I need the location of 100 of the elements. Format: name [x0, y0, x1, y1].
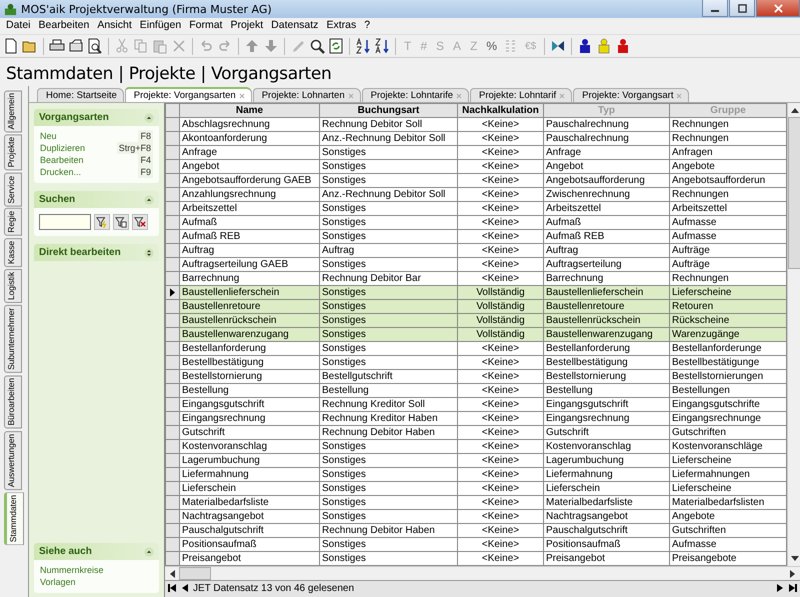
expand-icon[interactable] [144, 248, 154, 258]
sort-ascending-icon[interactable] [355, 38, 371, 54]
collapse-icon[interactable] [144, 112, 154, 122]
side-tab[interactable]: Projekte [4, 134, 22, 171]
section-header[interactable]: Vorgangsarten [34, 109, 159, 126]
related-link[interactable]: Nummernkreise [40, 564, 104, 576]
table-cell: <Keine> [458, 454, 544, 468]
menu-item[interactable]: Ansicht [93, 19, 136, 33]
side-tab[interactable]: Service [4, 172, 22, 206]
column-header[interactable]: Buchungsart [320, 104, 458, 118]
document-tab[interactable]: Projekte: Lohnarten [252, 88, 361, 102]
table-cell: Rechnung Kreditor Soll [320, 398, 458, 412]
section-header[interactable]: Direkt bearbeiten [34, 244, 159, 261]
close-icon[interactable] [238, 92, 245, 98]
clear-filter-button[interactable] [132, 214, 148, 230]
new-document-icon[interactable] [3, 38, 19, 54]
table-cell: Kostenvoranschlag [180, 440, 320, 454]
menu-item[interactable]: Datensatz [267, 19, 322, 33]
action-link[interactable]: Neu [40, 130, 57, 142]
table-cell: <Keine> [458, 244, 544, 258]
table-cell: Vollständig [458, 286, 544, 300]
side-tab[interactable]: Allgemein [4, 90, 22, 132]
action-link[interactable]: Duplizieren [40, 142, 86, 154]
scrollbar-thumb[interactable] [179, 567, 211, 580]
related-link[interactable]: Vorlagen [40, 576, 76, 588]
table-cell: Materialbedarfsliste [180, 496, 320, 510]
minimize-button[interactable] [702, 0, 728, 17]
document-tab[interactable]: Projekte: Lohntarif [470, 88, 572, 102]
menu-item[interactable]: ? [360, 19, 374, 33]
arrow-up-icon[interactable] [244, 38, 260, 54]
scroll-right-icon[interactable] [790, 570, 796, 578]
collapse-icon[interactable] [144, 194, 154, 204]
table-cell: Eingangsrechnung [180, 412, 320, 426]
refresh-icon[interactable] [328, 38, 344, 54]
document-tab[interactable]: Projekte: Vorgangsarten [124, 87, 252, 102]
row-selector[interactable] [166, 286, 180, 300]
table-cell: Sonstiges [320, 356, 458, 370]
side-tab[interactable]: Regie [4, 208, 22, 236]
menu-item[interactable]: Extras [322, 19, 360, 33]
table-cell: Eingangsrechnung [544, 412, 670, 426]
close-icon[interactable] [676, 92, 682, 98]
side-tab[interactable]: Stammdaten [4, 492, 24, 546]
menu-item[interactable]: Datei [2, 19, 35, 33]
copy-icon[interactable] [133, 38, 149, 54]
menu-item[interactable]: Format [185, 19, 226, 33]
next-record-icon[interactable] [775, 583, 785, 593]
filter-button[interactable] [94, 214, 110, 230]
side-tab[interactable]: Auswertungen [4, 430, 22, 490]
document-tab[interactable]: Projekte: Lohntarife [362, 88, 469, 102]
menu-item[interactable]: Bearbeiten [34, 19, 94, 33]
collapse-icon[interactable] [144, 546, 154, 556]
table-cell: Rechnung Debitor Haben [320, 524, 458, 538]
search-field[interactable] [39, 214, 91, 230]
table-cell: Pauschalgutschrift [180, 524, 320, 538]
action-link[interactable]: Bearbeiten [40, 154, 84, 166]
table-cell: Sonstiges [320, 160, 458, 174]
side-tab[interactable]: Büroarbeiten [4, 375, 22, 429]
cut-icon[interactable] [114, 38, 130, 54]
arrow-down-icon[interactable] [263, 38, 279, 54]
document-tab[interactable]: Home: Startseite [37, 88, 124, 102]
scrollbar-thumb[interactable] [788, 117, 800, 269]
close-icon[interactable] [559, 92, 566, 98]
table-cell: Abschlagsrechnung [180, 118, 320, 132]
minimize-icon [711, 10, 719, 12]
menu-item[interactable]: Einfügen [136, 19, 186, 33]
paste-icon[interactable] [152, 38, 168, 54]
section-header[interactable]: Suchen [34, 191, 159, 208]
side-tab[interactable]: Logistik [4, 269, 22, 304]
previous-record-icon[interactable] [180, 583, 190, 593]
table-cell: Aufmasse [670, 216, 786, 230]
horizontal-scrollbar[interactable] [165, 566, 800, 580]
vertical-scrollbar[interactable] [787, 103, 800, 566]
first-record-icon[interactable] [167, 583, 177, 593]
sort-descending-icon[interactable] [374, 38, 390, 54]
search-icon[interactable] [309, 38, 325, 54]
print-setup-icon[interactable] [68, 38, 84, 54]
maximize-button[interactable] [729, 0, 755, 17]
side-tab[interactable]: Subunternehmer [4, 305, 22, 374]
print-preview-icon[interactable] [87, 38, 103, 54]
scroll-down-icon[interactable] [790, 556, 798, 562]
close-button[interactable] [756, 0, 800, 17]
filter-button[interactable] [113, 214, 129, 230]
close-icon[interactable] [456, 92, 462, 98]
table-cell: Aufmaß REB [544, 230, 670, 244]
action-link[interactable]: Drucken... [40, 166, 82, 178]
close-icon[interactable] [348, 92, 354, 98]
document-tab[interactable]: Projekte: Vorgangsart [573, 88, 690, 102]
column-header[interactable]: Name [180, 104, 320, 118]
scroll-up-icon[interactable] [790, 107, 798, 113]
table-cell: Baustellenrückschein [544, 314, 670, 328]
section-header[interactable]: Siehe auch [34, 543, 159, 560]
column-header[interactable]: Nachkalkulation [458, 104, 544, 118]
delete-icon[interactable] [171, 38, 187, 54]
scroll-left-icon[interactable] [169, 570, 175, 578]
table-cell: <Keine> [458, 384, 544, 398]
last-record-icon[interactable] [788, 583, 798, 593]
side-tab[interactable]: Kasse [4, 238, 22, 268]
menu-item[interactable]: Projekt [226, 19, 268, 33]
table-cell: Baustellenlieferschein [544, 286, 670, 300]
toolbar-button[interactable]: % [483, 39, 500, 53]
